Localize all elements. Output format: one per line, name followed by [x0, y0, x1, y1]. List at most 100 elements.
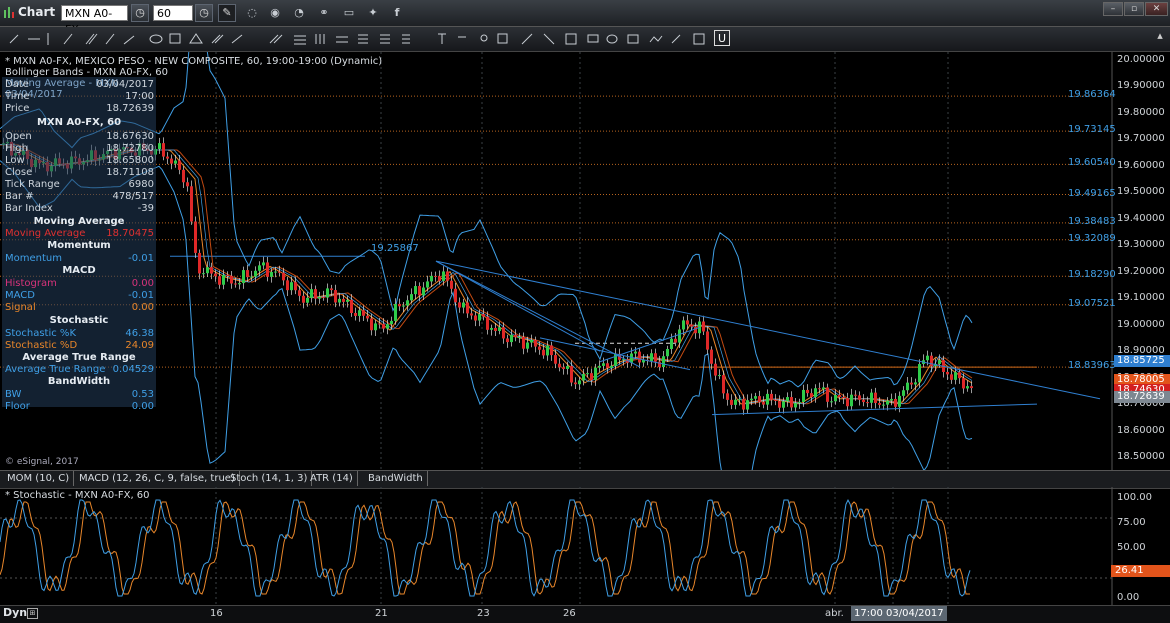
maximize-button[interactable]: ▫ — [1124, 2, 1144, 16]
info-section-header: Moving Average — [2, 216, 156, 228]
info-row-value: 6980 — [128, 179, 154, 190]
candle-body — [674, 338, 677, 343]
candle-body — [326, 288, 329, 298]
info-row: Time 17:00 — [2, 91, 156, 103]
candle-body — [970, 386, 973, 389]
info-row-value: 478/517 — [112, 191, 154, 202]
candle-body — [938, 360, 941, 364]
candle-body — [474, 315, 477, 321]
x-axis-label: 16 — [210, 608, 223, 619]
candle-body — [570, 366, 573, 383]
candle-body — [846, 398, 849, 407]
link-icon[interactable]: ⚭ — [315, 4, 333, 22]
candle-body — [690, 324, 693, 327]
candle-body — [482, 314, 485, 317]
info-row: Signal 0.00 — [2, 302, 156, 314]
candle-body — [894, 398, 897, 407]
dynamic-toggle-icon[interactable]: ⊞ — [27, 608, 38, 619]
candle-body — [666, 348, 669, 357]
study-tab[interactable]: Stoch (14, 1, 3) — [226, 471, 313, 486]
twitter-icon[interactable]: ✦ — [364, 4, 382, 22]
info-row: Open 18.67630 — [2, 131, 156, 143]
refresh-icon[interactable]: ◌ — [243, 4, 261, 22]
candle-body — [466, 302, 469, 314]
info-row-value: -39 — [137, 203, 154, 214]
candle-body — [850, 394, 853, 407]
candle-body — [946, 371, 949, 375]
candle-body — [926, 355, 929, 361]
candle-body — [602, 363, 605, 366]
interval-clock-icon[interactable]: ◷ — [195, 4, 213, 22]
candle-body — [406, 300, 409, 306]
x-axis-bar — [0, 605, 1170, 623]
info-section-title: Moving Average — [33, 216, 125, 227]
info-row-value: 46.38 — [125, 328, 154, 339]
main-chart[interactable] — [0, 52, 1170, 470]
info-row-label: Open — [5, 131, 32, 142]
candle-body — [554, 355, 557, 364]
cursor-time-label: 17:00 03/04/2017 — [851, 606, 947, 621]
info-section-header: MXN A0-FX, 60 — [2, 117, 156, 129]
toolbar-collapse-icon[interactable]: ▴ — [1152, 29, 1168, 47]
candle-body — [198, 252, 201, 274]
candle-body — [218, 276, 221, 285]
y-axis-label: 19.70000 — [1117, 133, 1165, 145]
info-row: Stochastic %K 46.38 — [2, 328, 156, 340]
toolbar-u-icon[interactable]: U — [714, 30, 730, 46]
info-section-title: MXN A0-FX, 60 — [36, 117, 122, 128]
candle-body — [950, 374, 953, 380]
close-button[interactable]: ✕ — [1145, 2, 1168, 16]
info-row-label: Time — [5, 91, 30, 102]
candle-body — [606, 363, 609, 368]
candle-body — [502, 327, 505, 339]
symbol-clock-icon[interactable]: ◷ — [131, 4, 149, 22]
candle-body — [798, 402, 801, 404]
info-section-header: BandWidth — [2, 376, 156, 388]
candle-body — [542, 349, 545, 356]
symbol-input[interactable]: MXN A0-FX — [61, 5, 128, 36]
study-tab[interactable]: MOM (10, C) — [3, 471, 75, 486]
interval-input[interactable]: 60 — [153, 5, 193, 21]
info-row: BW 0.53 — [2, 389, 156, 401]
candle-body — [410, 294, 413, 301]
info-section-title: Stochastic — [49, 315, 109, 326]
facebook-icon[interactable]: f — [388, 4, 406, 22]
info-row-value: 24.09 — [125, 340, 154, 351]
candle-body — [174, 160, 177, 164]
candle-body — [734, 399, 737, 405]
study-tab[interactable]: BandWidth — [364, 471, 428, 486]
info-panel: Moving Average - MXN 03/04/2017 Date 03/0… — [2, 77, 156, 412]
draw-pencil-icon[interactable]: ✎ — [218, 4, 236, 22]
play-icon[interactable]: ◉ — [266, 4, 284, 22]
minimize-button[interactable]: – — [1103, 2, 1123, 16]
candle-body — [902, 390, 905, 396]
info-row: Close 18.71108 — [2, 167, 156, 179]
level-label: 19.86364 — [1068, 89, 1116, 101]
candle-body — [242, 270, 245, 284]
candle-body — [634, 351, 637, 354]
info-section-title: MACD — [62, 265, 96, 276]
info-row: Bar Index -39 — [2, 203, 156, 215]
candle-body — [282, 272, 285, 281]
study-tab[interactable]: MACD (12, 26, C, 9, false, true) — [75, 471, 240, 486]
info-row-value: 18.67630 — [106, 131, 154, 142]
x-axis-label: 26 — [563, 608, 576, 619]
info-row-value: 17:00 — [125, 91, 154, 102]
candle-body — [514, 334, 517, 338]
candle-body — [750, 398, 753, 401]
candle-body — [362, 310, 365, 316]
candle-body — [526, 342, 529, 349]
study-tab[interactable]: ATR (14) — [306, 471, 358, 486]
candle-body — [582, 374, 585, 381]
candle-body — [422, 287, 425, 296]
info-row: Average True Range 0.04529 — [2, 364, 156, 376]
candle-body — [834, 394, 837, 402]
candle-body — [858, 395, 861, 400]
message-icon[interactable]: ▭ — [340, 4, 358, 22]
stochastic-chart[interactable] — [0, 487, 1170, 605]
candle-body — [266, 262, 269, 277]
candle-body — [226, 274, 229, 276]
y-axis-label: 19.90000 — [1117, 80, 1165, 92]
candle-body — [434, 275, 437, 277]
clock-icon[interactable]: ◔ — [290, 4, 308, 22]
